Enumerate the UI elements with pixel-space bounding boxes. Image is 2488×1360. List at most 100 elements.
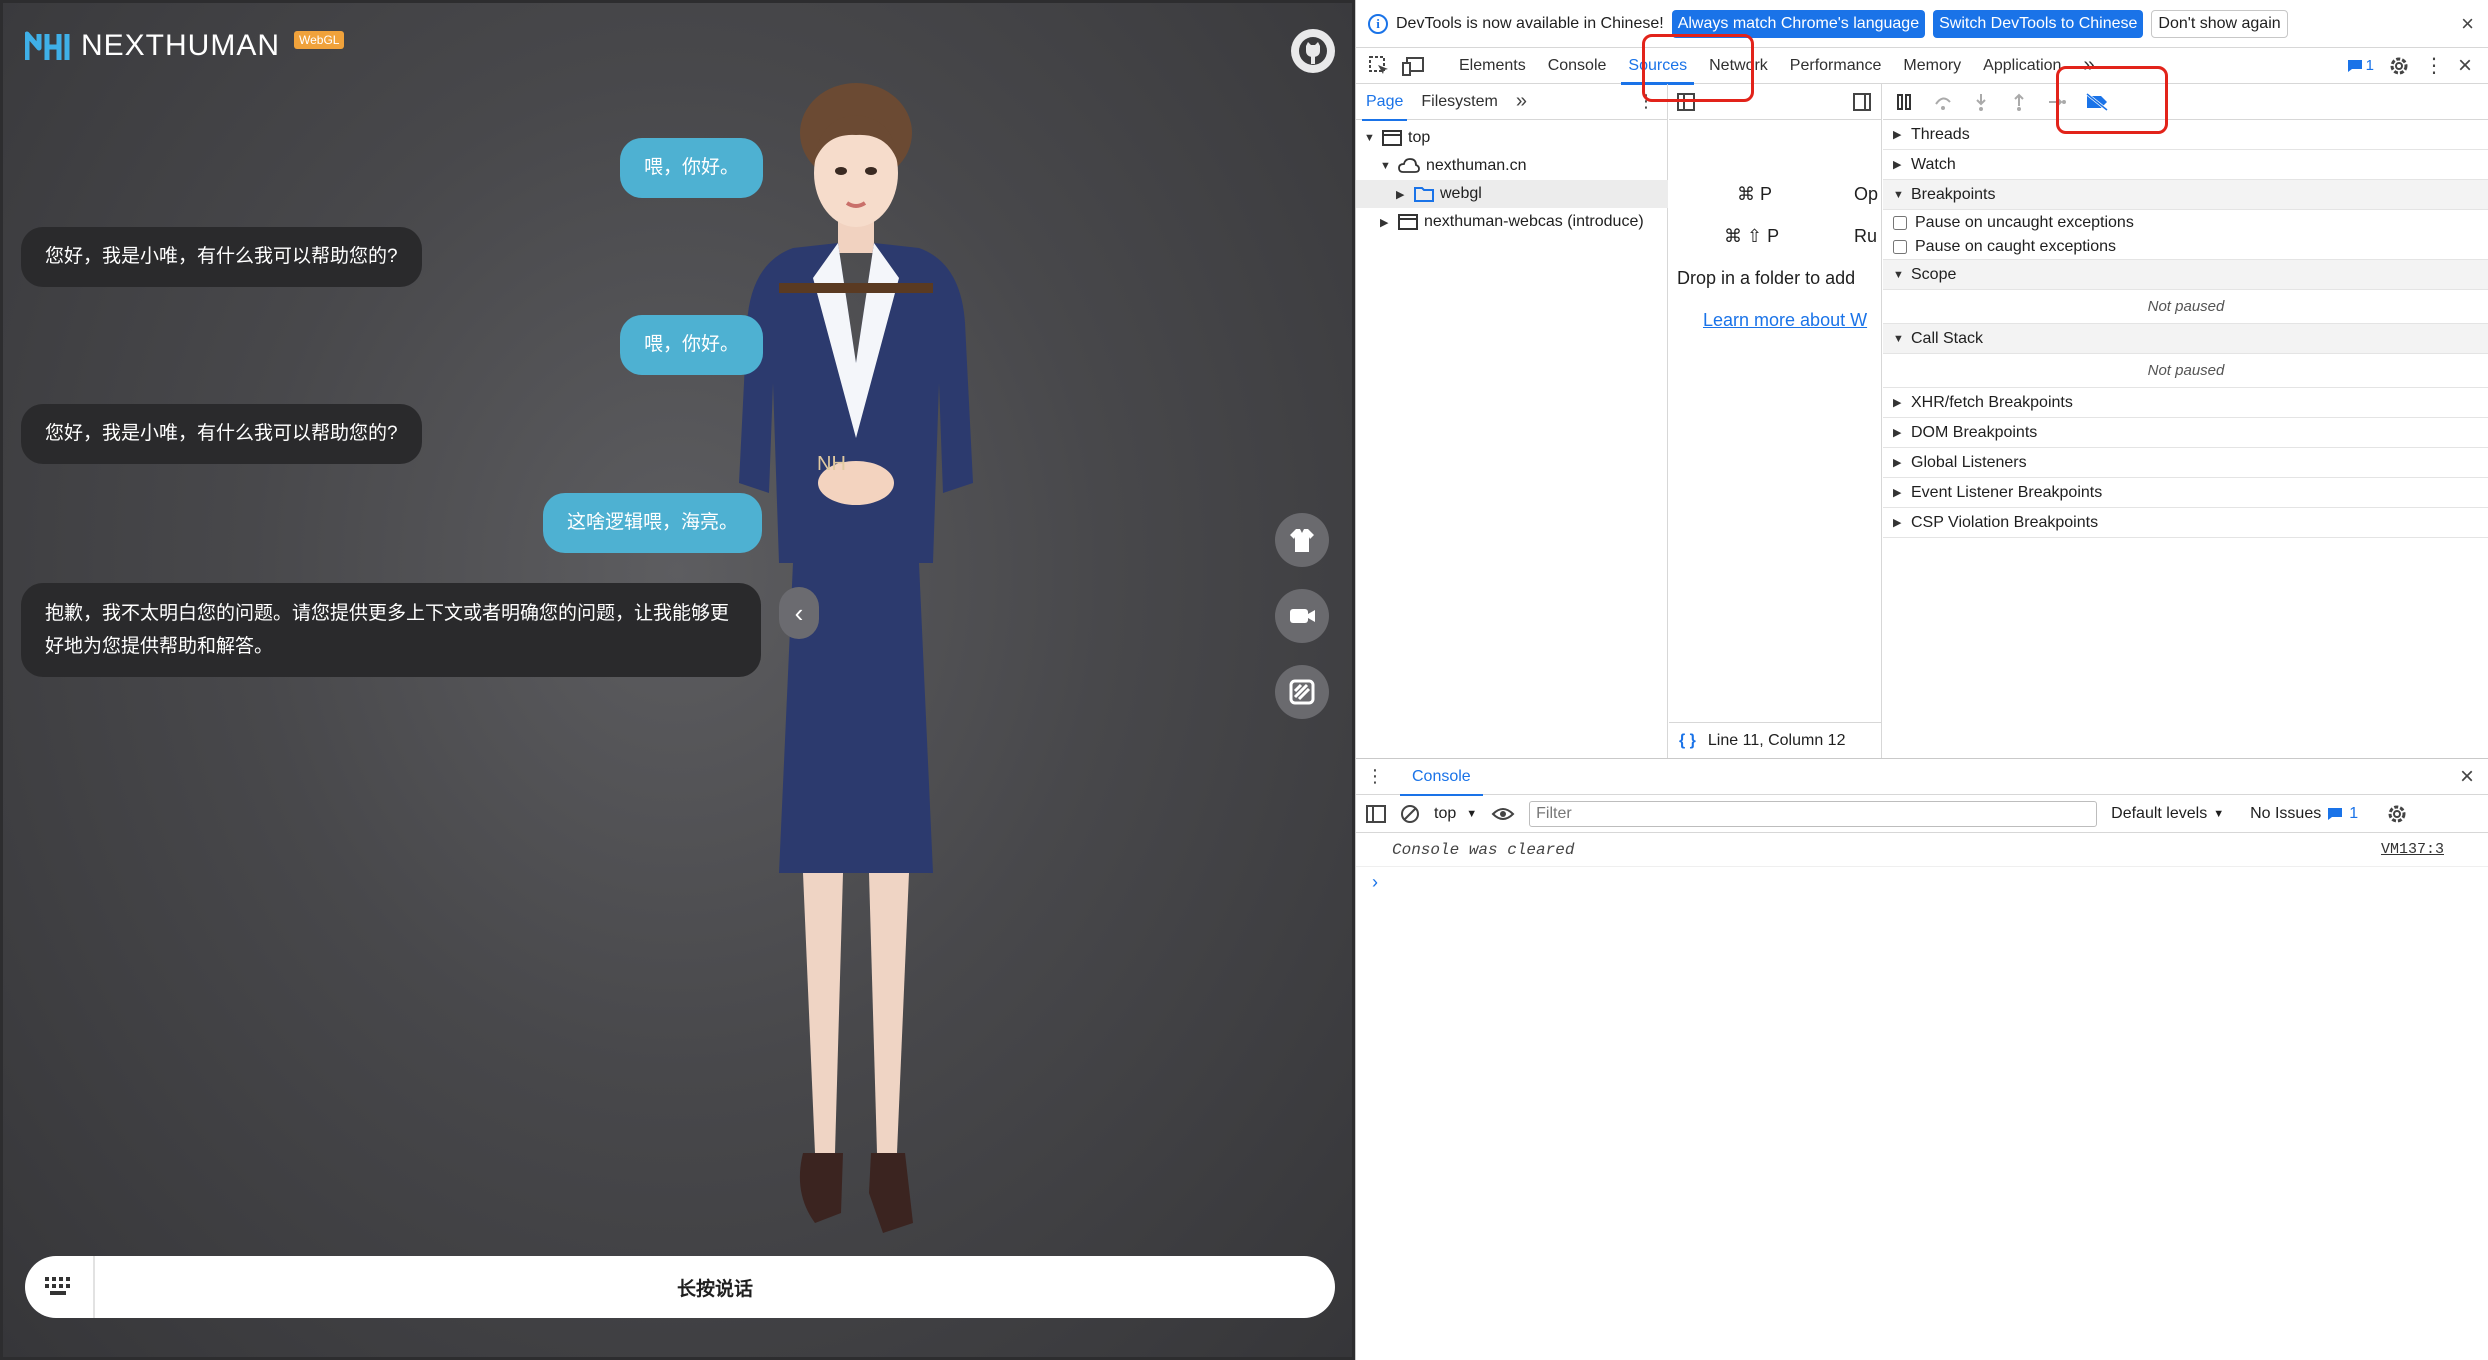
issues-counter[interactable]: No Issues 1 [2250,805,2358,823]
pause-icon[interactable] [1895,92,1915,112]
language-infobar: i DevTools is now available in Chinese! … [1356,0,2488,48]
tree-item-domain[interactable]: ▼ nexthuman.cn [1380,152,1527,180]
csp-breakpoints-section[interactable]: ▶ CSP Violation Breakpoints [1883,508,2488,538]
console-toolbar: top ▼ Filter Default levels ▼ No Issues 1 [1356,795,2488,833]
tree-label: webgl [1440,185,1482,202]
checkbox-label: Pause on caught exceptions [1915,238,2117,255]
nav-tab-filesystem[interactable]: Filesystem [1421,84,1497,120]
tree-item-webcas[interactable]: ▶ nexthuman-webcas (introduce) [1380,208,1644,236]
inspect-element-icon[interactable] [1362,49,1396,83]
switch-language-button[interactable]: Switch DevTools to Chinese [1933,9,2144,38]
xhr-breakpoints-section[interactable]: ▶ XHR/fetch Breakpoints [1883,388,2488,418]
background-pattern-icon [1289,679,1315,705]
outfit-button[interactable] [1275,513,1329,567]
user-message: 喂，你好。 [620,315,764,375]
dom-breakpoints-section[interactable]: ▶ DOM Breakpoints [1883,418,2488,448]
debugger-toolbar [1883,84,2488,120]
watch-section[interactable]: ▶ Watch [1883,150,2488,180]
console-source-link[interactable]: VM137:3 [2381,841,2444,858]
expand-triangle-icon: ▼ [1893,268,1904,281]
console-filter-input[interactable]: Filter [1529,800,2098,827]
shortcut-keys: ⌘ ⇧ P [1724,226,1780,246]
chevron-right-icon: › [1372,871,1378,892]
console-sidebar-icon[interactable] [1366,804,1386,824]
shortcut-label: Ru [1854,226,1878,246]
debugger-sidebar: ▶ Threads ▶ Watch ▼ Breakpoints Pause on un… [1883,84,2488,758]
pause-caught-checkbox[interactable]: Pause on caught exceptions [1883,235,2488,260]
context-selector[interactable]: top ▼ [1434,805,1477,823]
nav-tab-page[interactable]: Page [1361,84,1408,121]
camera-button[interactable] [1275,589,1329,643]
issues-count: 1 [2365,57,2374,74]
levels-label: Default levels [2111,804,2208,822]
cursor-position: Line 11, Column 12 [1707,731,1846,749]
keyboard-toggle-button[interactable] [25,1256,95,1318]
github-link[interactable] [1291,29,1335,73]
learn-more-link[interactable]: Learn more about W [1703,310,1867,331]
log-levels-dropdown[interactable]: Default levels ▼ [2111,805,2224,823]
tree-item-webgl[interactable]: ▶ webgl [1356,180,1668,208]
collapsed-triangle-icon: ▶ [1893,487,1902,499]
pause-uncaught-checkbox[interactable]: Pause on uncaught exceptions [1883,210,2488,235]
toggle-debugger-icon[interactable] [1853,93,1871,111]
issues-badge[interactable]: 1 [2347,57,2374,74]
chevron-left-icon: ‹ [794,597,804,628]
bot-message: 抱歉，我不太明白您的问题。请您提供更多上下文或者明确您的问题，让我能够更好地为您… [21,583,761,677]
hold-to-talk-button[interactable]: 长按说话 [95,1274,1335,1301]
section-label: Watch [1911,155,1956,173]
expand-triangle-icon: ▼ [1893,332,1904,345]
step-over-icon[interactable] [1933,92,1953,112]
drop-folder-text: Drop in a folder to add [1677,268,1856,288]
background-button[interactable] [1275,665,1329,719]
step-out-icon[interactable] [2009,92,2029,112]
context-label: top [1434,804,1457,822]
tab-elements[interactable]: Elements [1448,48,1537,84]
event-listener-breakpoints-section[interactable]: ▶ Event Listener Breakpoints [1883,478,2488,508]
tab-performance[interactable]: Performance [1779,48,1893,84]
voice-input-bar[interactable]: 长按说话 [25,1256,1335,1318]
scope-not-paused: Not paused [1883,290,2488,324]
tree-item-top[interactable]: ▼ top [1364,124,1430,152]
drawer-tab-console[interactable]: Console [1400,759,1483,796]
frame-icon [1382,130,1402,146]
console-message-text: Console was cleared [1392,840,1575,859]
belt-logo-text: NH [817,453,846,475]
close-icon[interactable]: × [2461,11,2474,37]
gear-icon[interactable] [2388,55,2410,77]
issues-count: 1 [2349,804,2359,822]
section-label: Scope [1911,265,1957,283]
editor-statusbar: { } Line 11, Column 12 [1669,722,1881,758]
close-drawer-icon[interactable]: × [2460,763,2474,791]
scope-section[interactable]: ▼ Scope [1883,260,2488,290]
threads-section[interactable]: ▶ Threads [1883,120,2488,150]
step-into-icon[interactable] [1971,92,1991,112]
call-stack-section[interactable]: ▼ Call Stack [1883,324,2488,354]
eye-icon[interactable] [1491,804,1515,824]
dont-show-again-button[interactable]: Don't show again [2151,9,2288,38]
devtools-panel: i DevTools is now available in Chinese! … [1355,0,2488,1360]
checkbox-input[interactable] [1893,215,1907,230]
more-nav-tabs-icon[interactable]: » [1516,90,1527,113]
breakpoints-section[interactable]: ▼ Breakpoints [1883,180,2488,210]
drawer-tabbar: ⋮ Console × [1356,759,2488,796]
tab-console[interactable]: Console [1537,48,1618,84]
collapsed-triangle-icon: ▶ [1893,517,1902,529]
section-label: XHR/fetch Breakpoints [1911,393,2073,411]
console-settings-gear-icon[interactable] [2386,803,2408,825]
message-icon [2328,807,2343,820]
pretty-print-icon[interactable]: { } [1679,732,1696,750]
close-devtools-icon[interactable]: × [2458,52,2472,80]
collapse-chat-button[interactable]: ‹ [779,587,819,639]
kebab-menu-icon[interactable]: ⋮ [2424,53,2444,78]
device-toolbar-icon[interactable] [1396,49,1430,83]
drawer-menu-icon[interactable]: ⋮ [1366,766,1384,787]
console-prompt[interactable]: › [1356,867,2488,897]
global-listeners-section[interactable]: ▶ Global Listeners [1883,448,2488,478]
sources-navigator: Page Filesystem » ⋮ ▼ top ▼ nexthuman.cn… [1356,84,1668,758]
video-camera-icon [1290,609,1315,623]
checkbox-input[interactable] [1893,240,1907,254]
tab-memory[interactable]: Memory [1892,48,1972,84]
sources-editor: ⌘ P Op ⌘ ⇧ P Ru Drop in a folder to add … [1669,84,1882,758]
clear-console-icon[interactable] [1400,804,1420,824]
sources-tab-highlight [1642,34,1754,102]
